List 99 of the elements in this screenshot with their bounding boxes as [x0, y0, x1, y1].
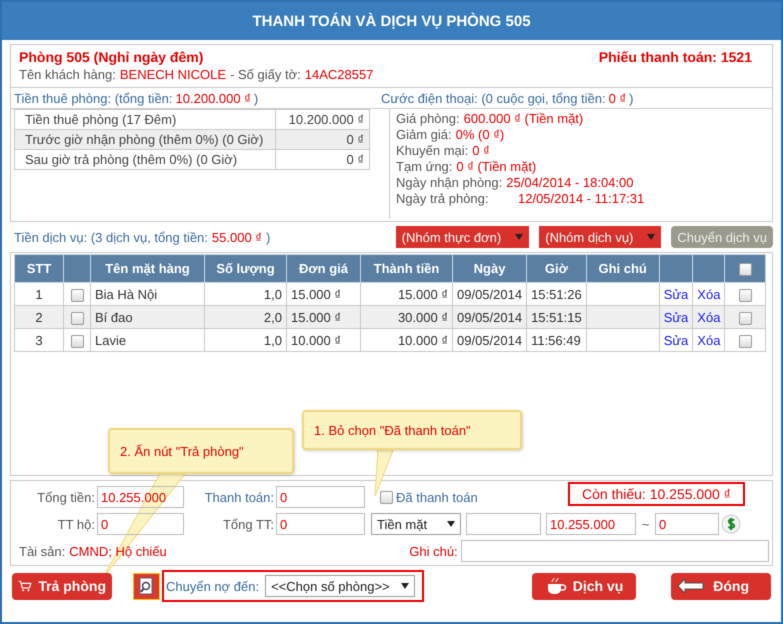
- info-value: 600.000 ₫ (Tiền mặt): [464, 111, 584, 126]
- info-label: Ngày nhận phòng:: [396, 175, 502, 190]
- invoice-number: Phiếu thanh toán: 1521: [598, 49, 752, 65]
- rent-label-end: ): [254, 90, 258, 106]
- proxy-payment-field[interactable]: 0: [97, 513, 184, 535]
- info-value: 0% (0 ₫): [456, 127, 504, 142]
- column-header: Ngày: [452, 254, 527, 282]
- table-cell: 10.000 ₫: [286, 328, 360, 352]
- table-cell: 11:56:49: [526, 328, 586, 352]
- id-label: - Số giấy tờ:: [230, 67, 301, 82]
- amount-field[interactable]: 10.255.000: [546, 513, 636, 535]
- info-label: Ngày trả phòng:: [396, 191, 490, 206]
- table-cell: 15:51:15: [526, 306, 586, 328]
- table-cell: 30.000 ₫: [360, 306, 452, 328]
- column-header: Số lượng: [204, 254, 286, 282]
- table-cell: 3: [14, 328, 64, 352]
- proxy-payment-label: TT hộ:: [56, 516, 96, 532]
- input-field[interactable]: [466, 513, 541, 535]
- rent-label: Tiền thuê phòng: (tổng tiền:: [14, 90, 173, 106]
- caret-icon: [515, 234, 524, 240]
- info-value: 12/05/2014 - 11:17:31: [518, 191, 644, 206]
- column-header: Tên mặt hàng: [90, 254, 204, 282]
- caret-icon: [647, 234, 656, 240]
- services-label-end: ): [266, 230, 270, 244]
- row-select-checkbox[interactable]: [738, 312, 752, 325]
- info-label: Khuyến mại:: [396, 143, 468, 158]
- total-paid-label: Tổng TT:: [222, 516, 275, 532]
- assets-label: Tài sản:: [19, 544, 66, 558]
- checkout-button[interactable]: Trả phòng: [12, 572, 112, 600]
- service-button[interactable]: Dịch vụ: [532, 572, 636, 600]
- dollar-icon[interactable]: [721, 514, 741, 534]
- paid-checkbox-label: Đã thanh toán: [396, 490, 478, 504]
- caret-icon: [401, 583, 410, 589]
- column-header: Đơn giá: [286, 254, 360, 282]
- tilde-separator: ~: [640, 516, 650, 532]
- table-cell: 15.000 ₫: [286, 306, 360, 328]
- note-field[interactable]: [460, 540, 769, 562]
- caret-icon: [447, 521, 455, 527]
- info-label: Giá phòng:: [396, 111, 460, 126]
- column-header: STT: [14, 254, 64, 282]
- table-cell: 10.200.000 ₫: [276, 110, 370, 130]
- exit-arrow-icon: [677, 578, 705, 594]
- table-cell: Bí đao: [90, 306, 204, 328]
- payment-field[interactable]: 0: [276, 486, 365, 508]
- customer-name: BENECH NICOLE: [120, 67, 226, 82]
- row-checkbox[interactable]: [70, 334, 84, 348]
- table-cell: 0 ₫: [276, 130, 370, 150]
- services-label: Tiền dịch vụ: (3 dịch vụ, tổng tiền:: [14, 230, 208, 244]
- table-cell: 2: [14, 306, 64, 328]
- info-label: Tạm ứng:: [396, 159, 452, 174]
- note-label: Ghi chú:: [409, 544, 458, 558]
- column-header: Giờ: [526, 254, 586, 282]
- phone-label: Cước điện thoại: (0 cuộc gọi, tổng tiền:: [381, 90, 606, 106]
- remaining-amount: Còn thiếu: 10.255.000 ₫: [568, 482, 745, 506]
- row-checkbox[interactable]: [70, 312, 84, 325]
- menu-group-dropdown[interactable]: (Nhóm thực đơn): [396, 226, 530, 248]
- phone-label-end: ): [629, 90, 634, 106]
- paid-checkbox[interactable]: [380, 490, 393, 504]
- select-all-checkbox[interactable]: [738, 263, 752, 276]
- callout: 2. Ấn nút "Trả phòng": [108, 428, 294, 474]
- room-dropdown[interactable]: <<Chọn số phòng>>: [265, 575, 416, 597]
- service-group-dropdown[interactable]: (Nhóm dịch vụ): [539, 226, 662, 248]
- services-total: 55.000 ₫: [212, 230, 262, 244]
- total-field[interactable]: 10.255.000: [97, 486, 184, 508]
- info-label: Giảm giá:: [396, 127, 452, 142]
- table-cell: 09/05/2014: [452, 328, 527, 352]
- table-cell: Tiền thuê phòng (17 Đêm): [14, 110, 276, 130]
- column-header: Thành tiền: [360, 254, 452, 282]
- table-cell: 09/05/2014: [452, 306, 527, 328]
- change-field[interactable]: 0: [655, 513, 719, 535]
- rent-total: 10.200.000 ₫: [176, 90, 251, 106]
- table-cell: 10.000 ₫: [360, 328, 452, 352]
- row-checkbox[interactable]: [70, 288, 84, 302]
- customer-label: Tên khách hàng:: [19, 67, 116, 82]
- phone-total: 0 ₫: [608, 90, 626, 106]
- table-cell: Trước giờ nhận phòng (thêm 0%) (0 Giờ): [14, 130, 276, 150]
- row-select-checkbox[interactable]: [738, 334, 752, 348]
- transfer-service-button[interactable]: Chuyển dịch vụ: [671, 226, 773, 248]
- window-title: THANH TOÁN VÀ DỊCH VỤ PHÒNG 505: [252, 12, 531, 30]
- info-value: 25/04/2014 - 18:04:00: [506, 175, 634, 190]
- print-preview-icon[interactable]: [133, 572, 160, 600]
- room-title: Phòng 505 (Nghỉ ngày đêm): [19, 49, 204, 65]
- total-paid-field[interactable]: 0: [276, 513, 365, 535]
- id-number: 14AC28557: [304, 67, 374, 82]
- total-label: Tổng tiền:: [36, 490, 96, 504]
- table-cell: 0 ₫: [276, 150, 370, 170]
- table-cell: Sau giờ trả phòng (thêm 0%) (0 Giờ): [14, 150, 276, 170]
- row-select-checkbox[interactable]: [738, 288, 752, 302]
- assets-value: CMND; Hộ chiếu: [69, 544, 168, 558]
- table-cell: 2,0: [204, 306, 286, 328]
- payment-label: Thanh toán:: [204, 490, 275, 504]
- payment-method-dropdown[interactable]: Tiền mặt: [371, 513, 461, 535]
- column-header: Ghi chú: [586, 254, 660, 282]
- info-value: 0 ₫: [472, 143, 490, 158]
- close-button[interactable]: Đóng: [671, 572, 771, 600]
- table-cell: 1,0: [204, 328, 286, 352]
- table-cell: Lavie: [90, 328, 204, 352]
- debt-transfer-label: Chuyển nợ đến:: [166, 578, 260, 594]
- info-value: 0 ₫ (Tiền mặt): [456, 159, 536, 174]
